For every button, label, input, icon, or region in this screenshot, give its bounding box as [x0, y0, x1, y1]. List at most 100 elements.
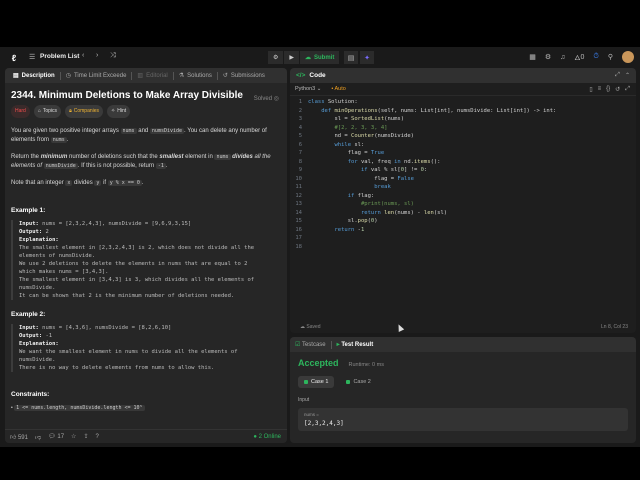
example-text: We want the smallest element in nums to …: [19, 349, 238, 355]
code-line[interactable]: 6 while sl:: [290, 141, 636, 150]
debug-icon[interactable]: ⚙: [268, 51, 284, 64]
flask-icon: ⚗: [178, 73, 185, 79]
code-line[interactable]: 8 for val, freq in nd.items():: [290, 158, 636, 167]
code-line[interactable]: 11 break: [290, 183, 636, 192]
code-line[interactable]: 18: [290, 243, 636, 252]
code-line[interactable]: 3 sl = SortedList(nums): [290, 115, 636, 124]
language-select[interactable]: Python3 ⌄: [295, 86, 321, 92]
user-icon[interactable]: ⚲: [608, 53, 613, 61]
constraints-title: Constraints:: [11, 391, 50, 398]
terminal-icon: ▸: [336, 342, 340, 348]
fullscreen-icon[interactable]: ⤢: [625, 86, 630, 93]
comments-button[interactable]: 💬︎ 17: [48, 433, 64, 440]
next-problem-icon[interactable]: ›: [96, 52, 98, 59]
example-key: Input:: [19, 325, 39, 331]
line-number: 13: [295, 201, 302, 207]
bookmark-icon[interactable]: ▯: [589, 86, 592, 93]
upload-icon: ☁: [305, 55, 312, 61]
line-number: 4: [298, 124, 302, 131]
tab-submission-result[interactable]: ◷ Time Limit Exceede: [61, 72, 132, 80]
dislike-icon[interactable]: 👎︎: [35, 433, 41, 441]
problem-list-link[interactable]: Problem List: [40, 53, 79, 60]
code-line[interactable]: 4 #[2, 2, 3, 3, 4]: [290, 124, 636, 133]
example-text: The smallest element in [3,4,3] is 3, wh…: [19, 277, 255, 283]
example-line: The smallest element in [3,4,3] is 3, wh…: [19, 276, 281, 284]
case-1-tab[interactable]: Case 1: [298, 376, 335, 388]
prev-problem-icon[interactable]: ‹: [82, 52, 84, 59]
tab-editorial[interactable]: ▥ Editorial: [132, 72, 172, 80]
code-line[interactable]: 16 return -1: [290, 226, 636, 235]
code-text: class Solution:: [308, 99, 358, 105]
braces-icon[interactable]: {}: [606, 86, 610, 93]
line-number: 15: [295, 218, 302, 224]
line-number: 17: [295, 235, 302, 241]
code-line[interactable]: 5 nd = Counter(numsDivide): [290, 132, 636, 141]
history-icon: ↺: [222, 73, 228, 79]
submit-button[interactable]: ☁ Submit: [300, 51, 340, 64]
code-line[interactable]: 13 #print(nums, sl): [290, 200, 636, 209]
auto-mode-toggle[interactable]: • Auto: [331, 86, 346, 92]
like-button[interactable]: 👍︎ 591: [10, 433, 28, 441]
code-line[interactable]: 9 if val % sl[0] != 0:: [290, 166, 636, 175]
format-icon[interactable]: ≡: [598, 86, 602, 93]
hint-chip[interactable]: ✧ Hint: [107, 105, 131, 118]
code-line[interactable]: 14 return len(nums) - len(sl): [290, 209, 636, 218]
line-number: 8: [298, 158, 302, 165]
chevron-up-icon[interactable]: ⌃: [625, 72, 630, 79]
settings-icon[interactable]: ⚙: [545, 53, 551, 61]
line-number: 5: [298, 133, 302, 139]
line-number: 6: [298, 141, 302, 148]
code-line[interactable]: 1 class Solution:: [290, 98, 636, 107]
top-right-icons: ▦ ⚙ ♫ 🜂 0 ⏱ ⚲: [529, 50, 634, 64]
help-icon[interactable]: ?: [95, 434, 98, 440]
code-editor[interactable]: 1 class Solution: 2 def minOperations(self…: [290, 96, 636, 251]
description-paragraph: Return the minimum number of deletions s…: [11, 154, 271, 169]
code-line[interactable]: 2 def minOperations(self, nums: List[int…: [290, 107, 636, 116]
example-text: numsDivide.: [19, 357, 56, 363]
tab-test-result[interactable]: ▸ Test Result: [337, 341, 374, 348]
code-line[interactable]: 12 if flag:: [290, 192, 636, 201]
problem-title[interactable]: 2344. Minimum Deletions to Make Array Di…: [11, 91, 281, 101]
check-circle-icon: ◎: [273, 96, 279, 102]
code-text: #print(nums, sl): [360, 201, 414, 207]
code-line[interactable]: 15 sl.pop(0): [290, 217, 636, 226]
example-1-title: Example 1:: [11, 207, 46, 214]
code-line[interactable]: 17: [290, 234, 636, 243]
editor-icons: ▯ ≡ {} ↺ ⤢: [589, 86, 630, 93]
topics-chip[interactable]: ⌂ Topics: [33, 105, 62, 118]
streak-counter[interactable]: 🜂 0: [574, 50, 584, 64]
tab-divider: [330, 340, 332, 349]
case-2-tab[interactable]: Case 2: [340, 376, 376, 388]
tab-solutions[interactable]: ⚗ Solutions: [174, 72, 217, 80]
share-icon[interactable]: ⇪: [83, 433, 88, 440]
variable-value: [2,3,2,4,3]: [304, 420, 344, 427]
companies-chip[interactable]: 🔒︎ Companies: [65, 105, 104, 118]
ai-assistant-icon[interactable]: ✦: [360, 51, 374, 64]
example-text: which makes nums = [3,4,3].: [19, 269, 109, 275]
tab-submissions[interactable]: ↺ Submissions: [218, 72, 270, 80]
leetcode-logo-icon[interactable]: ℓ: [9, 52, 19, 63]
lock-icon: 🔒︎: [69, 108, 72, 114]
shuffle-icon[interactable]: ⤨: [110, 52, 116, 60]
tab-testcase[interactable]: ☑ Testcase: [295, 341, 326, 348]
description-paragraph: You are given two positive integer array…: [11, 128, 267, 143]
avatar[interactable]: [622, 51, 634, 63]
reset-icon[interactable]: ↺: [615, 86, 620, 93]
example-text: nums = [2,3,2,4,3], numsDivide = [9,6,9,…: [38, 221, 192, 227]
list-icon[interactable]: ☰: [29, 53, 35, 61]
timer-icon[interactable]: ⏱: [593, 53, 598, 61]
code-line[interactable]: 10 flag = False: [290, 175, 636, 184]
notifications-icon[interactable]: ♫: [560, 54, 565, 61]
maximize-icon[interactable]: ⤢: [615, 72, 620, 79]
code-text: while sl:: [334, 141, 365, 148]
saved-indicator: ☁ Saved: [300, 324, 321, 330]
example-line: Explanation:: [19, 236, 281, 244]
code-line[interactable]: 7 flag = True: [290, 149, 636, 158]
code-text: flag = False: [308, 175, 414, 182]
run-button[interactable]: ▶: [284, 51, 300, 64]
notes-icon[interactable]: ▤: [344, 51, 358, 64]
star-icon[interactable]: ☆: [71, 433, 76, 440]
tab-description[interactable]: ▤ Description: [8, 72, 60, 80]
line-number: 9: [298, 167, 302, 173]
layout-icon[interactable]: ▦: [529, 53, 536, 61]
